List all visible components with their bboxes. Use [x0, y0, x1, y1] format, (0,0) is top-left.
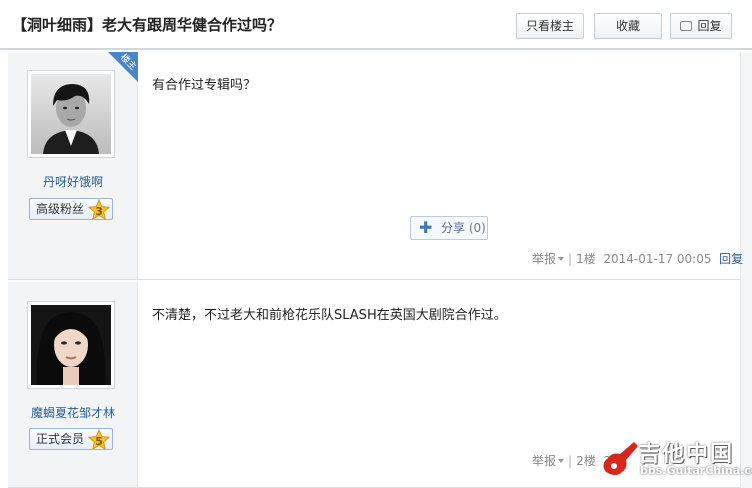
reply-button-label: 回复: [697, 19, 722, 33]
share-label: 分享: [441, 221, 466, 235]
avatar[interactable]: [27, 301, 115, 389]
username[interactable]: 丹呀好饿啊: [8, 173, 138, 190]
post-author-panel: 丹呀好饿啊 高级粉丝 3: [8, 52, 138, 279]
watermark-url: bbs.GuitarChina.com: [640, 464, 752, 477]
level-number: 5: [95, 435, 103, 448]
reply-link[interactable]: 回复: [719, 252, 743, 266]
reply-button[interactable]: 回复: [670, 13, 732, 39]
avatar-image: [31, 305, 111, 385]
level-number: 3: [95, 205, 103, 218]
thread-title: 【洞叶细雨】老大有跟周华健合作过吗？: [12, 16, 283, 34]
username[interactable]: 魔蝎夏花邹才林: [8, 404, 138, 421]
thread-header: 【洞叶细雨】老大有跟周华健合作过吗？ 只看楼主 收藏 回复: [0, 0, 752, 50]
post-meta: 举报 | 1楼 2014-01-17 00:05 回复: [532, 252, 744, 266]
rank-label: 正式会员: [36, 432, 85, 446]
report-button[interactable]: 举报: [532, 252, 565, 266]
comment-icon: [680, 21, 693, 31]
page-scroll-edge: [740, 52, 752, 488]
avatar-image: [31, 74, 111, 154]
guitar-logo-icon: [603, 442, 638, 475]
report-label: 举报: [532, 454, 557, 468]
report-label: 举报: [532, 252, 557, 266]
share-count: (0): [468, 221, 486, 235]
op-badge: 楼主: [108, 52, 138, 82]
star-icon: 5: [87, 428, 111, 451]
caret-down-icon: [558, 459, 565, 463]
favorite-button[interactable]: 收藏: [594, 13, 662, 39]
site-watermark: 吉他中国 bbs.GuitarChina.com: [598, 436, 752, 486]
post-1: 丹呀好饿啊 高级粉丝 3 楼主 有合作过专辑吗？ ✚ 分享 (0) 举报 | 1楼 …: [8, 52, 744, 280]
share-button[interactable]: ✚ 分享 (0): [410, 216, 488, 240]
only-op-button[interactable]: 只看楼主: [516, 13, 584, 39]
floor-number: 1楼: [576, 252, 596, 266]
rank-label: 高级粉丝: [36, 202, 85, 216]
caret-down-icon: [558, 257, 565, 261]
rank-badge: 高级粉丝 3: [29, 198, 114, 221]
report-button[interactable]: 举报: [532, 454, 565, 468]
post-time: 2014-01-17 00:05: [603, 252, 712, 266]
post-author-panel: 魔蝎夏花邹才林 正式会员 5: [8, 282, 138, 487]
rank-badge: 正式会员 5: [29, 428, 114, 451]
star-icon: 3: [87, 198, 111, 221]
post-content: 不清楚，不过老大和前枪花乐队SLASH在英国大剧院合作过。: [152, 308, 507, 323]
floor-number: 2楼: [576, 454, 596, 468]
plus-icon: ✚: [419, 218, 433, 237]
avatar[interactable]: [27, 70, 115, 158]
post-content: 有合作过专辑吗？: [152, 78, 257, 93]
